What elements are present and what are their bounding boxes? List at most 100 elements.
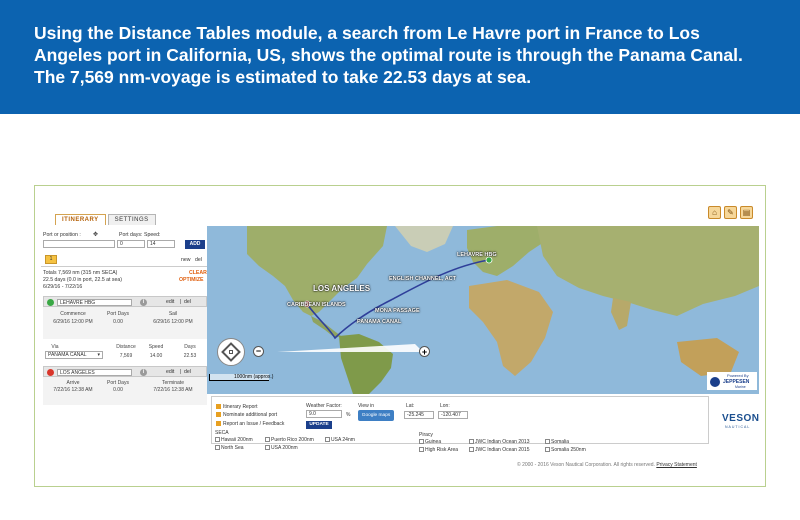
leg-via-header: Via bbox=[51, 344, 59, 350]
edit-icon[interactable]: ✎ bbox=[724, 206, 737, 219]
destination-terminate-value: 7/22/16 12:38 AM bbox=[153, 387, 193, 393]
checkbox[interactable] bbox=[545, 439, 550, 445]
checkbox[interactable] bbox=[469, 439, 474, 445]
origin-port-name[interactable]: LEHAVRE HBG bbox=[57, 298, 132, 306]
destination-terminate-header: Terminate bbox=[162, 380, 184, 386]
del-link[interactable]: del bbox=[195, 257, 202, 263]
top-icons: ⌂ ✎ ▤ bbox=[708, 206, 753, 219]
checkbox[interactable] bbox=[265, 437, 270, 443]
lon-input[interactable]: -120.407 bbox=[438, 411, 468, 419]
seca-option-north-sea[interactable]: North Sea bbox=[215, 445, 244, 451]
pan-control[interactable] bbox=[217, 338, 245, 366]
origin-marker-icon bbox=[47, 298, 54, 306]
checkbox[interactable] bbox=[469, 447, 474, 453]
origin-pipe: | bbox=[180, 299, 182, 305]
leg-distance-value: 7,569 bbox=[119, 353, 133, 359]
seca-option-puerto-rico[interactable]: Puerto Rico 200nm bbox=[265, 437, 314, 443]
tab-settings[interactable]: SETTINGS bbox=[107, 214, 156, 225]
origin-details: Commence Port Days Sail 6/29/16 12:00 PM… bbox=[43, 307, 207, 339]
add-button[interactable]: ADD bbox=[185, 240, 205, 249]
leg-via-value: PANAMA CANAL bbox=[48, 352, 87, 358]
map-label-caribbean: CARIBBEAN ISLANDS bbox=[287, 302, 346, 308]
step-tab[interactable]: 1 bbox=[45, 255, 57, 264]
destination-port-days-header: Port Days bbox=[107, 380, 129, 386]
map-label-los-angeles: LOS ANGELES bbox=[313, 284, 371, 293]
piracy-option-somalia[interactable]: Somalia bbox=[545, 439, 569, 445]
destination-del-link[interactable]: del bbox=[184, 369, 191, 375]
seca-option-usa-24[interactable]: USA 24nm bbox=[325, 437, 355, 443]
tab-itinerary[interactable]: ITINERARY bbox=[55, 214, 106, 225]
seca-option-hawaii[interactable]: Hawaii 200nm bbox=[215, 437, 253, 443]
piracy-option-high-risk[interactable]: High Risk Area bbox=[419, 447, 458, 453]
origin-port-days-header: Port Days bbox=[107, 311, 129, 317]
piracy-option-label: Somalia 250nm bbox=[551, 447, 586, 453]
print-icon[interactable]: ▤ bbox=[740, 206, 753, 219]
lat-input[interactable]: -25.245 bbox=[404, 411, 434, 419]
origin-port-days-value: 0.00 bbox=[113, 319, 123, 325]
weather-factor-input[interactable]: 9.0 bbox=[306, 410, 342, 418]
totals-days: 22.5 days (0.0 in port, 22.5 at sea) bbox=[43, 277, 123, 283]
zoom-in-icon[interactable]: + bbox=[419, 346, 430, 357]
destination-arrive-value: 7/22/16 12:38 AM bbox=[53, 387, 93, 393]
piracy-label: Piracy bbox=[419, 432, 433, 438]
chevron-down-icon: ▾ bbox=[97, 352, 100, 358]
privacy-link[interactable]: Privacy Statement bbox=[656, 462, 697, 468]
divider bbox=[41, 266, 207, 267]
piracy-option-jwc-2015[interactable]: JWC Indian Ocean 2015 bbox=[469, 447, 529, 453]
map-label-le-havre: LEHAVRE HBG bbox=[457, 252, 497, 258]
checkbox[interactable] bbox=[419, 447, 424, 453]
google-maps-button[interactable]: Google maps bbox=[358, 410, 394, 421]
leg-via-select[interactable]: PANAMA CANAL ▾ bbox=[45, 351, 103, 359]
veson-logo: VESON bbox=[722, 413, 760, 424]
speed-input[interactable]: 14 bbox=[147, 240, 175, 248]
feedback-icon bbox=[216, 421, 221, 427]
tab-bar: ITINERARY SETTINGS bbox=[55, 214, 158, 225]
seca-option-label: Hawaii 200nm bbox=[221, 437, 253, 443]
new-link[interactable]: new bbox=[181, 257, 191, 263]
destination-edit-link[interactable]: edit bbox=[166, 369, 174, 375]
seca-option-label: Puerto Rico 200nm bbox=[271, 437, 314, 443]
optimize-link[interactable]: OPTIMIZE bbox=[179, 277, 204, 283]
origin-edit-link[interactable]: edit bbox=[166, 299, 174, 305]
lat-label: Lat: bbox=[406, 403, 415, 409]
weather-factor-label: Weather Factor: bbox=[306, 403, 342, 409]
destination-pipe: | bbox=[180, 369, 182, 375]
checkbox[interactable] bbox=[325, 437, 330, 443]
update-button[interactable]: UPDATE bbox=[306, 421, 332, 429]
checkbox[interactable] bbox=[545, 447, 550, 453]
jeppesen-badge: Powered By JEPPESEN Marine bbox=[707, 372, 757, 390]
checkbox[interactable] bbox=[215, 437, 220, 443]
piracy-option-somalia-250[interactable]: Somalia 250nm bbox=[545, 447, 586, 453]
piracy-option-guinea[interactable]: Guinea bbox=[419, 439, 441, 445]
locate-icon[interactable]: ✥ bbox=[93, 231, 98, 238]
destination-info-icon[interactable]: i bbox=[140, 368, 147, 376]
route-map[interactable]: LOS ANGELES LEHAVRE HBG CARIBBEAN ISLAND… bbox=[207, 226, 759, 394]
piracy-option-label: JWC Indian Ocean 2015 bbox=[475, 447, 530, 453]
itinerary-report-link[interactable]: Itinerary Report bbox=[216, 404, 257, 410]
nominate-port-link[interactable]: Nominate additional port bbox=[216, 412, 277, 418]
origin-del-link[interactable]: del bbox=[184, 299, 191, 305]
checkbox[interactable] bbox=[215, 445, 220, 451]
origin-commence-header: Commence bbox=[60, 311, 86, 317]
report-issue-label: Report an Issue / Feedback bbox=[223, 421, 285, 427]
destination-port-name[interactable]: LOS ANGELES bbox=[57, 368, 132, 376]
port-search-input[interactable] bbox=[43, 240, 115, 248]
scale-label: 1000nm (approx.) bbox=[234, 374, 274, 380]
app-screenshot: ITINERARY SETTINGS ⌂ ✎ ▤ Port or positio… bbox=[34, 185, 766, 487]
zoom-out-icon[interactable]: − bbox=[253, 346, 264, 357]
checkbox[interactable] bbox=[419, 439, 424, 445]
checkbox[interactable] bbox=[265, 445, 270, 451]
seca-option-label: USA 200nm bbox=[271, 445, 298, 451]
clear-link[interactable]: CLEAR bbox=[189, 270, 207, 276]
home-icon[interactable]: ⌂ bbox=[708, 206, 721, 219]
piracy-option-label: Guinea bbox=[425, 439, 442, 445]
jeppesen-logo-icon bbox=[710, 377, 720, 387]
seca-option-usa-200[interactable]: USA 200nm bbox=[265, 445, 298, 451]
port-days-input[interactable]: 0 bbox=[117, 240, 145, 248]
piracy-option-jwc-2013[interactable]: JWC Indian Ocean 2013 bbox=[469, 439, 529, 445]
origin-port-header: LEHAVRE HBG i edit | del bbox=[43, 296, 207, 307]
report-issue-link[interactable]: Report an Issue / Feedback bbox=[216, 421, 284, 427]
totals-distance: Totals 7,569 nm (315 nm SECA) bbox=[43, 270, 118, 276]
map-label-panama: PANAMA CANAL bbox=[357, 319, 402, 325]
origin-info-icon[interactable]: i bbox=[140, 298, 147, 306]
